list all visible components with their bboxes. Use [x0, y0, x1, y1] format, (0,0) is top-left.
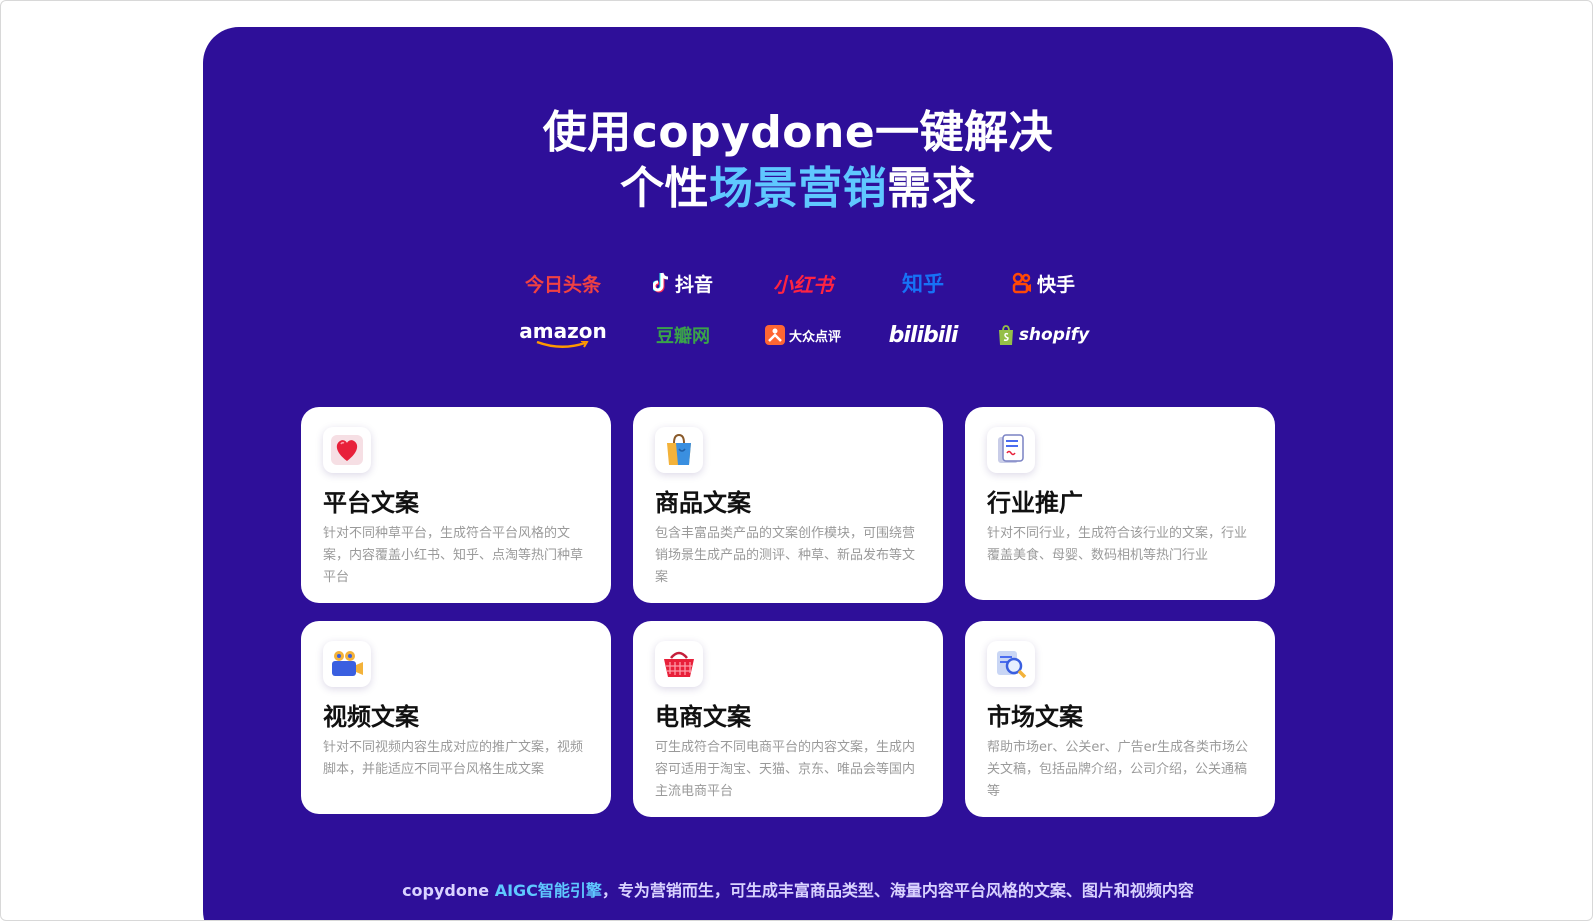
card-title: 平台文案 [323, 489, 419, 517]
card-video-copy[interactable]: 视频文案 针对不同视频内容生成对应的推广文案，视频脚本，并能适应不同平台风格生成… [301, 621, 611, 814]
card-description: 帮助市场er、公关er、广告er生成各类市场公关文稿，包括品牌介绍，公司介绍，公… [987, 740, 1249, 799]
headline-line-2: 个性场景营销需求 [203, 161, 1393, 217]
search-document-icon [987, 641, 1035, 687]
bilibili-label: bilibili [888, 322, 959, 348]
platform-logos: 今日头条 抖音 小红书 知乎 快手 amazon 豆瓣网 大众点评 bilibi… [503, 263, 1103, 373]
card-product-copy[interactable]: 商品文案 包含丰富品类产品的文案创作模块，可围绕营销场景生成产品的测评、种草、新… [633, 407, 943, 603]
card-description: 针对不同行业，生成符合该行业的文案，行业覆盖美食、母婴、数码相机等热门行业 [987, 526, 1248, 563]
bilibili-logo: bilibili [863, 315, 983, 355]
footer-tagline: copydone AIGC智能引擎，专为营销而生，可生成丰富商品类型、海量内容平… [203, 877, 1393, 901]
douban-label: 豆瓣网 [656, 326, 710, 347]
shopify-label: shopify [1018, 325, 1090, 345]
shopping-basket-icon [655, 641, 703, 687]
dianping-label: 大众点评 [788, 329, 841, 345]
card-industry-promotion[interactable]: 行业推广 针对不同行业，生成符合该行业的文案，行业覆盖美食、母婴、数码相机等热门… [965, 407, 1275, 600]
browser-frame: 使用copydone一键解决 个性场景营销需求 今日头条 抖音 小红书 知乎 快… [0, 0, 1593, 921]
card-ecommerce-copy[interactable]: 电商文案 可生成符合不同电商平台的内容文案，生成内容可适用于淘宝、天猫、京东、唯… [633, 621, 943, 817]
card-title: 电商文案 [655, 703, 751, 731]
headline-line-1: 使用copydone一键解决 [542, 107, 1054, 158]
document-icon [987, 427, 1035, 473]
feature-panel: 使用copydone一键解决 个性场景营销需求 今日头条 抖音 小红书 知乎 快… [203, 27, 1393, 920]
amazon-logo: amazon [503, 315, 623, 355]
douyin-note-icon [652, 272, 671, 294]
shopify-bag-icon [997, 325, 1015, 345]
card-title: 市场文案 [987, 703, 1083, 731]
kuaishou-icon [1011, 272, 1033, 294]
douban-logo: 豆瓣网 [623, 315, 743, 355]
card-description: 针对不同视频内容生成对应的推广文案，视频脚本，并能适应不同平台风格生成文案 [323, 740, 584, 777]
dianping-icon [764, 325, 785, 345]
shopify-logo: shopify [983, 315, 1103, 355]
shopping-bag-icon [655, 427, 703, 473]
toutiao-label: 今日头条 [524, 273, 601, 296]
kuaishou-logo: 快手 [983, 263, 1103, 303]
card-title: 商品文案 [655, 489, 751, 517]
amazon-label: amazon [519, 319, 607, 343]
xiaohongshu-label: 小红书 [773, 272, 833, 297]
toutiao-logo: 今日头条 [503, 263, 623, 303]
amazon-smile-icon [536, 341, 589, 348]
headline-accent: 场景营销 [709, 163, 887, 214]
card-market-copy[interactable]: 市场文案 帮助市场er、公关er、广告er生成各类市场公关文稿，包括品牌介绍，公… [965, 621, 1275, 817]
footer-accent: AIGC智能引擎 [494, 881, 602, 900]
footer-suffix: ，专为营销而生，可生成丰富商品类型、海量内容平台风格的文案、图片和视频内容 [601, 881, 1194, 900]
card-description: 包含丰富品类产品的文案创作模块，可围绕营销场景生成产品的测评、种草、新品发布等文… [655, 526, 916, 585]
headline-suffix: 需求 [887, 163, 976, 214]
card-platform-copy[interactable]: 平台文案 针对不同种草平台，生成符合平台风格的文案，内容覆盖小红书、知乎、点淘等… [301, 407, 611, 603]
card-description: 可生成符合不同电商平台的内容文案，生成内容可适用于淘宝、天猫、京东、唯品会等国内… [655, 740, 916, 799]
zhihu-label: 知乎 [902, 272, 944, 296]
douyin-logo: 抖音 [623, 263, 743, 303]
dianping-logo: 大众点评 [743, 315, 863, 355]
card-description: 针对不同种草平台，生成符合平台风格的文案，内容覆盖小红书、知乎、点淘等热门种草平… [323, 526, 584, 585]
headline: 使用copydone一键解决 个性场景营销需求 [203, 105, 1393, 217]
xiaohongshu-logo: 小红书 [743, 263, 863, 303]
video-camera-icon [323, 641, 371, 687]
kuaishou-label: 快手 [1036, 273, 1075, 296]
card-title: 视频文案 [323, 703, 419, 731]
douyin-label: 抖音 [674, 273, 713, 296]
heart-icon [323, 427, 371, 473]
footer-prefix: copydone [402, 881, 495, 900]
headline-prefix: 个性 [620, 163, 709, 214]
card-title: 行业推广 [987, 489, 1083, 517]
zhihu-logo: 知乎 [863, 263, 983, 303]
